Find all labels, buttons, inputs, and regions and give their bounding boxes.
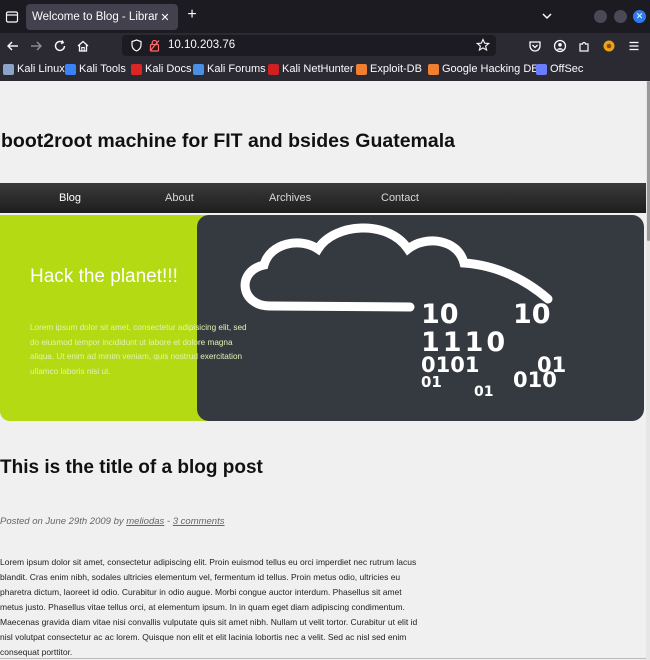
kali-docs-icon <box>131 63 142 75</box>
app-menu-icon[interactable] <box>625 37 643 55</box>
post-body: Lorem ipsum dolor sit amet, consectetur … <box>0 557 418 657</box>
meta-separator: - <box>164 516 173 527</box>
google-hacking-db-icon <box>428 63 439 75</box>
binary-digits: 01 <box>421 373 442 391</box>
home-icon[interactable] <box>74 37 92 55</box>
bookmark-exploit-db[interactable]: Exploit-DB <box>356 63 422 75</box>
menu-item-about[interactable]: About <box>165 192 194 204</box>
binary-digits: 010 <box>513 368 557 392</box>
bookmark-offsec[interactable]: OffSec <box>536 63 583 75</box>
bookmark-star-icon[interactable] <box>475 38 491 57</box>
bookmark-google-hacking-db[interactable]: Google Hacking DB <box>428 63 539 75</box>
list-all-tabs-icon[interactable] <box>541 9 553 27</box>
post-title[interactable]: This is the title of a blog post <box>0 457 263 479</box>
maximize-button[interactable] <box>614 10 627 23</box>
pocket-icon[interactable] <box>526 37 544 55</box>
hero-heading: Hack the planet!!! <box>30 266 178 287</box>
scrollbar[interactable] <box>646 81 650 660</box>
post-meta: Posted on June 29th 2009 by meliodas - 3… <box>0 516 224 527</box>
account-icon[interactable] <box>551 37 569 55</box>
menu-item-blog[interactable]: Blog <box>59 192 81 204</box>
site-title: boot2root machine for FIT and bsides Gua… <box>1 130 455 152</box>
tab-bar: Welcome to Blog - Library M ✕ + ✕ <box>0 0 650 33</box>
tracking-protection-shield-icon[interactable] <box>131 39 142 57</box>
tab-close-icon[interactable]: ✕ <box>158 11 172 24</box>
bookmark-kali-docs[interactable]: Kali Docs <box>131 63 191 75</box>
extensions-icon[interactable] <box>575 37 593 55</box>
firefox-view-icon[interactable] <box>0 4 24 30</box>
bookmark-kali-tools[interactable]: Kali Tools <box>65 63 126 75</box>
author-link[interactable]: meliodas <box>126 516 164 527</box>
url-text[interactable]: 10.10.203.76 <box>168 39 235 51</box>
offsec-icon <box>536 63 547 75</box>
kali-forums-icon <box>193 63 204 75</box>
menu-item-contact[interactable]: Contact <box>381 192 419 204</box>
menu-item-archives[interactable]: Archives <box>269 192 311 204</box>
kali-dragon-icon <box>3 63 14 75</box>
divider <box>0 658 650 659</box>
binary-digits: 01 <box>474 384 494 400</box>
close-window-button[interactable]: ✕ <box>633 10 646 23</box>
insecure-lock-icon[interactable] <box>149 39 160 57</box>
navigation-toolbar: 10.10.203.76 <box>0 33 650 59</box>
main-menu: Blog About Archives Contact <box>0 183 650 213</box>
bookmark-kali-forums[interactable]: Kali Forums <box>193 63 266 75</box>
minimize-button[interactable] <box>594 10 607 23</box>
back-icon[interactable] <box>4 37 22 55</box>
exploit-db-icon <box>356 63 367 75</box>
bookmark-kali-nethunter[interactable]: Kali NetHunter <box>268 63 354 75</box>
hero-text: Lorem ipsum dolor sit amet, consectetur … <box>30 323 247 376</box>
comments-link[interactable]: 3 comments <box>173 516 225 527</box>
page-viewport: boot2root machine for FIT and bsides Gua… <box>0 81 650 660</box>
binary-digits: 10 <box>421 299 459 330</box>
binary-digits: 10 <box>513 299 551 330</box>
bookmark-kali-linux[interactable]: Kali Linux <box>3 63 65 75</box>
forward-icon[interactable] <box>27 37 45 55</box>
bookmarks-toolbar: Kali Linux Kali Tools Kali Docs Kali For… <box>0 59 650 81</box>
kali-tools-icon <box>65 63 76 75</box>
kali-nethunter-icon <box>268 63 279 75</box>
post-date: Posted on June 29th 2009 by <box>0 516 127 527</box>
address-bar[interactable]: 10.10.203.76 <box>122 35 496 56</box>
active-tab[interactable]: Welcome to Blog - Library M ✕ <box>26 4 178 30</box>
new-tab-button[interactable]: + <box>183 6 201 24</box>
tab-title: Welcome to Blog - Library M <box>32 11 158 23</box>
reload-icon[interactable] <box>51 37 69 55</box>
extension-addon-icon[interactable] <box>600 37 618 55</box>
